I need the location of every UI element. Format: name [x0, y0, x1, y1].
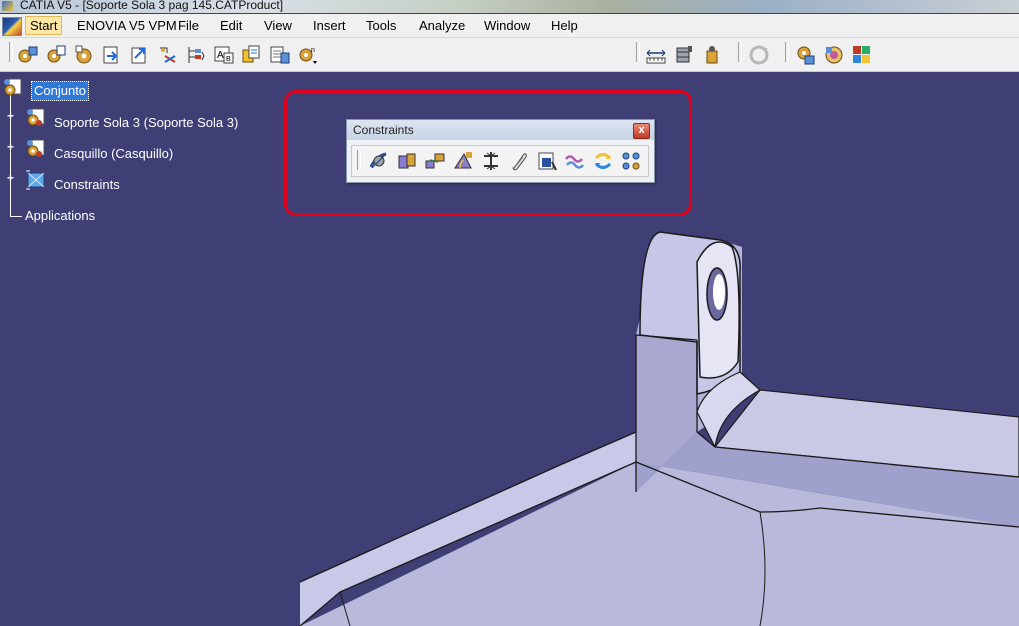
constraints-icon[interactable]: [26, 170, 46, 190]
window-title: CATIA V5 - [Soporte Sola 3 pag 145.CATPr…: [20, 0, 284, 12]
new-product-icon[interactable]: [101, 44, 123, 66]
update-icon[interactable]: [748, 44, 770, 66]
toolbar-grip[interactable]: [357, 150, 361, 170]
fix-component-icon[interactable]: [480, 150, 502, 172]
menu-help[interactable]: Help: [547, 17, 582, 34]
component-icon[interactable]: [26, 108, 46, 128]
tree-connector: [10, 216, 22, 217]
offset-constraint-icon[interactable]: [424, 150, 446, 172]
toolbar-grip-3[interactable]: [738, 42, 742, 62]
manage-representations-icon[interactable]: [269, 44, 291, 66]
menu-bar: Start ENOVIA V5 VPM File Edit View Inser…: [0, 14, 1019, 38]
toolbar-grip-2[interactable]: [636, 42, 640, 62]
quick-constraint-icon[interactable]: [536, 150, 558, 172]
constraints-toolbar-window[interactable]: Constraints x: [346, 119, 655, 183]
multi-instantiation-icon[interactable]: n: [297, 44, 319, 66]
generate-numbering-icon[interactable]: AB: [213, 44, 235, 66]
toolbar-grip[interactable]: [9, 42, 13, 62]
3d-viewport[interactable]: Conjunto + Soporte Sola 3 (Soporte Sola …: [0, 72, 1019, 626]
tree-expander[interactable]: +: [6, 141, 15, 153]
catia-app-icon[interactable]: [2, 17, 22, 36]
menu-edit[interactable]: Edit: [216, 17, 246, 34]
new-part-icon[interactable]: [129, 44, 151, 66]
measure-between-icon[interactable]: [645, 44, 667, 66]
component-icon[interactable]: [26, 139, 46, 159]
angle-constraint-icon[interactable]: [452, 150, 474, 172]
menu-insert[interactable]: Insert: [309, 17, 350, 34]
specification-tree: Conjunto + Soporte Sola 3 (Soporte Sola …: [0, 72, 300, 242]
svg-text:n: n: [311, 47, 315, 54]
menu-file[interactable]: File: [174, 17, 203, 34]
reuse-pattern-icon[interactable]: [620, 150, 642, 172]
new-component-icon[interactable]: [73, 44, 95, 66]
graph-tree-reordering-icon[interactable]: [185, 44, 207, 66]
selective-load-icon[interactable]: [241, 44, 263, 66]
catia-window-icon: [2, 1, 13, 11]
tree-item-applications[interactable]: Applications: [25, 207, 95, 225]
measure-inertia-icon[interactable]: [701, 44, 723, 66]
replace-component-icon[interactable]: [157, 44, 179, 66]
menu-window[interactable]: Window: [480, 17, 534, 34]
measure-item-icon[interactable]: [673, 44, 695, 66]
toolbar-grip-4[interactable]: [785, 42, 789, 62]
close-button[interactable]: x: [633, 123, 650, 139]
constraints-toolbar-title: Constraints: [353, 123, 414, 137]
product-icon[interactable]: [3, 78, 23, 98]
existing-component-positioning-icon[interactable]: [45, 44, 67, 66]
menu-tools[interactable]: Tools: [362, 17, 400, 34]
menu-view[interactable]: View: [260, 17, 296, 34]
menu-analyze[interactable]: Analyze: [415, 17, 469, 34]
change-constraint-icon[interactable]: [592, 150, 614, 172]
main-toolbar: AB n: [0, 38, 1019, 72]
constraints-toolbar-titlebar[interactable]: Constraints x: [347, 120, 654, 140]
existing-component-icon[interactable]: [17, 44, 39, 66]
menu-start[interactable]: Start: [25, 16, 63, 35]
fix-together-icon[interactable]: [508, 150, 530, 172]
apply-material-icon[interactable]: [851, 44, 873, 66]
catalog-browser-icon[interactable]: [795, 44, 817, 66]
tree-item-constraints[interactable]: Constraints: [54, 176, 120, 194]
tree-expander[interactable]: +: [6, 172, 15, 184]
tree-item-casquillo[interactable]: Casquillo (Casquillo): [54, 145, 173, 163]
clash-analysis-icon[interactable]: [823, 44, 845, 66]
tree-item-soporte[interactable]: Soporte Sola 3 (Soporte Sola 3): [54, 114, 238, 132]
flexible-rigid-subassembly-icon[interactable]: [564, 150, 586, 172]
svg-text:B: B: [226, 56, 231, 63]
constraints-toolbar-buttons: [351, 145, 649, 177]
tree-root-label[interactable]: Conjunto: [31, 81, 90, 101]
title-bar: CATIA V5 - [Soporte Sola 3 pag 145.CATPr…: [0, 0, 1019, 13]
menu-enovia[interactable]: ENOVIA V5 VPM: [73, 17, 181, 34]
contact-constraint-icon[interactable]: [396, 150, 418, 172]
tree-expander[interactable]: +: [6, 110, 15, 122]
coincidence-constraint-icon[interactable]: [368, 150, 390, 172]
svg-text:A: A: [217, 50, 224, 61]
